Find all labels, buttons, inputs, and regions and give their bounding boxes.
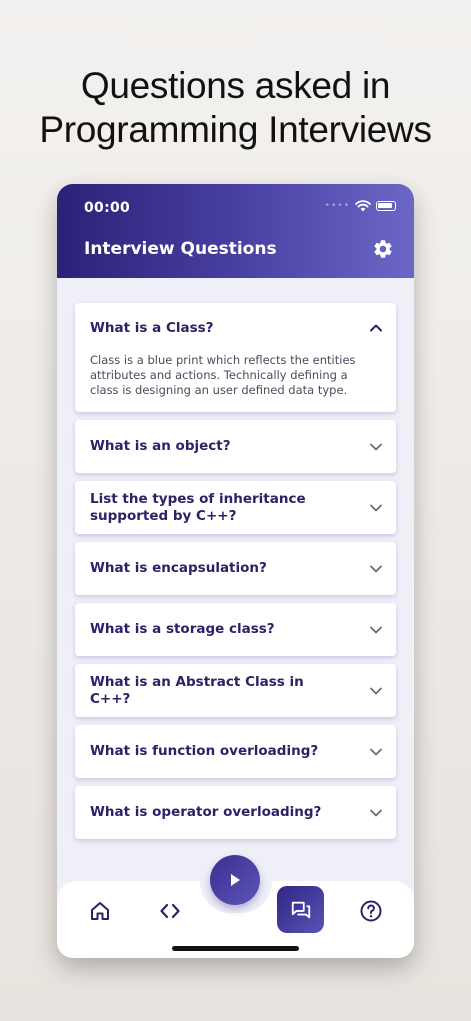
chevron-up-icon[interactable] bbox=[369, 321, 383, 335]
question-card[interactable]: List the types of inheritance supported … bbox=[75, 481, 396, 534]
play-button[interactable] bbox=[210, 855, 260, 905]
help-icon[interactable] bbox=[359, 899, 383, 923]
chevron-down-icon[interactable] bbox=[369, 501, 383, 515]
battery-icon bbox=[376, 201, 396, 211]
chevron-down-icon[interactable] bbox=[369, 806, 383, 820]
app-title: Interview Questions bbox=[84, 239, 277, 259]
question-text: What is an object? bbox=[90, 438, 231, 454]
question-card[interactable]: What is an object? bbox=[75, 420, 396, 473]
nav-item-forum[interactable] bbox=[277, 886, 324, 933]
signal-dots-icon: •••• bbox=[324, 201, 350, 211]
status-icons: •••• bbox=[325, 200, 396, 212]
status-time: 00:00 bbox=[84, 200, 131, 216]
question-text: What is a storage class? bbox=[90, 621, 275, 637]
app-bar: 00:00 •••• Interview Questions bbox=[57, 184, 414, 278]
chevron-down-icon[interactable] bbox=[369, 623, 383, 637]
question-card[interactable]: What is a Class? Class is a blue print w… bbox=[75, 303, 396, 412]
question-text: What is an Abstract Class in C++? bbox=[90, 673, 304, 707]
home-icon[interactable] bbox=[88, 899, 112, 923]
chevron-down-icon[interactable] bbox=[369, 684, 383, 698]
promo-heading: Questions asked in Programming Interview… bbox=[0, 64, 471, 152]
code-icon[interactable] bbox=[158, 899, 182, 923]
answer-text: Class is a blue print which reflects the… bbox=[90, 353, 356, 397]
chevron-down-icon[interactable] bbox=[369, 440, 383, 454]
wifi-icon bbox=[355, 200, 371, 212]
question-text: List the types of inheritance supported … bbox=[90, 490, 306, 524]
question-card[interactable]: What is encapsulation? bbox=[75, 542, 396, 595]
question-card[interactable]: What is an Abstract Class in C++? bbox=[75, 664, 396, 717]
play-icon bbox=[231, 874, 240, 886]
home-indicator bbox=[172, 946, 299, 951]
chevron-down-icon[interactable] bbox=[369, 745, 383, 759]
forum-icon bbox=[291, 901, 310, 918]
promo-line-1: Questions asked in bbox=[80, 65, 391, 106]
question-text: What is encapsulation? bbox=[90, 560, 267, 576]
question-text: What is a Class? bbox=[90, 319, 214, 336]
question-text: What is function overloading? bbox=[90, 743, 319, 759]
question-card[interactable]: What is function overloading? bbox=[75, 725, 396, 778]
promo-line-2: Programming Interviews bbox=[39, 109, 432, 150]
gear-icon[interactable] bbox=[372, 238, 394, 260]
question-card[interactable]: What is operator overloading? bbox=[75, 786, 396, 839]
question-list: What is a Class? Class is a blue print w… bbox=[75, 303, 396, 847]
phone-screen: 00:00 •••• Interview Questions What is a… bbox=[57, 184, 414, 958]
chevron-down-icon[interactable] bbox=[369, 562, 383, 576]
question-text: What is operator overloading? bbox=[90, 804, 322, 820]
question-card[interactable]: What is a storage class? bbox=[75, 603, 396, 656]
